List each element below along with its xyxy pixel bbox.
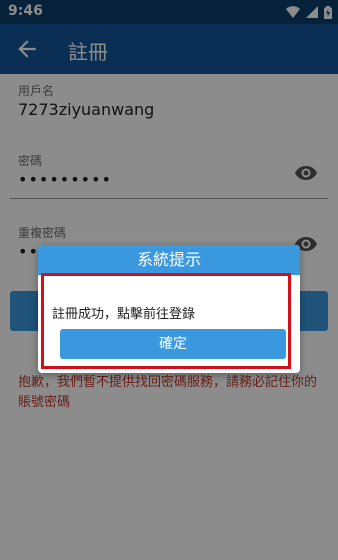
highlight-box <box>41 273 291 369</box>
dialog-title: 系統提示 <box>38 245 300 275</box>
